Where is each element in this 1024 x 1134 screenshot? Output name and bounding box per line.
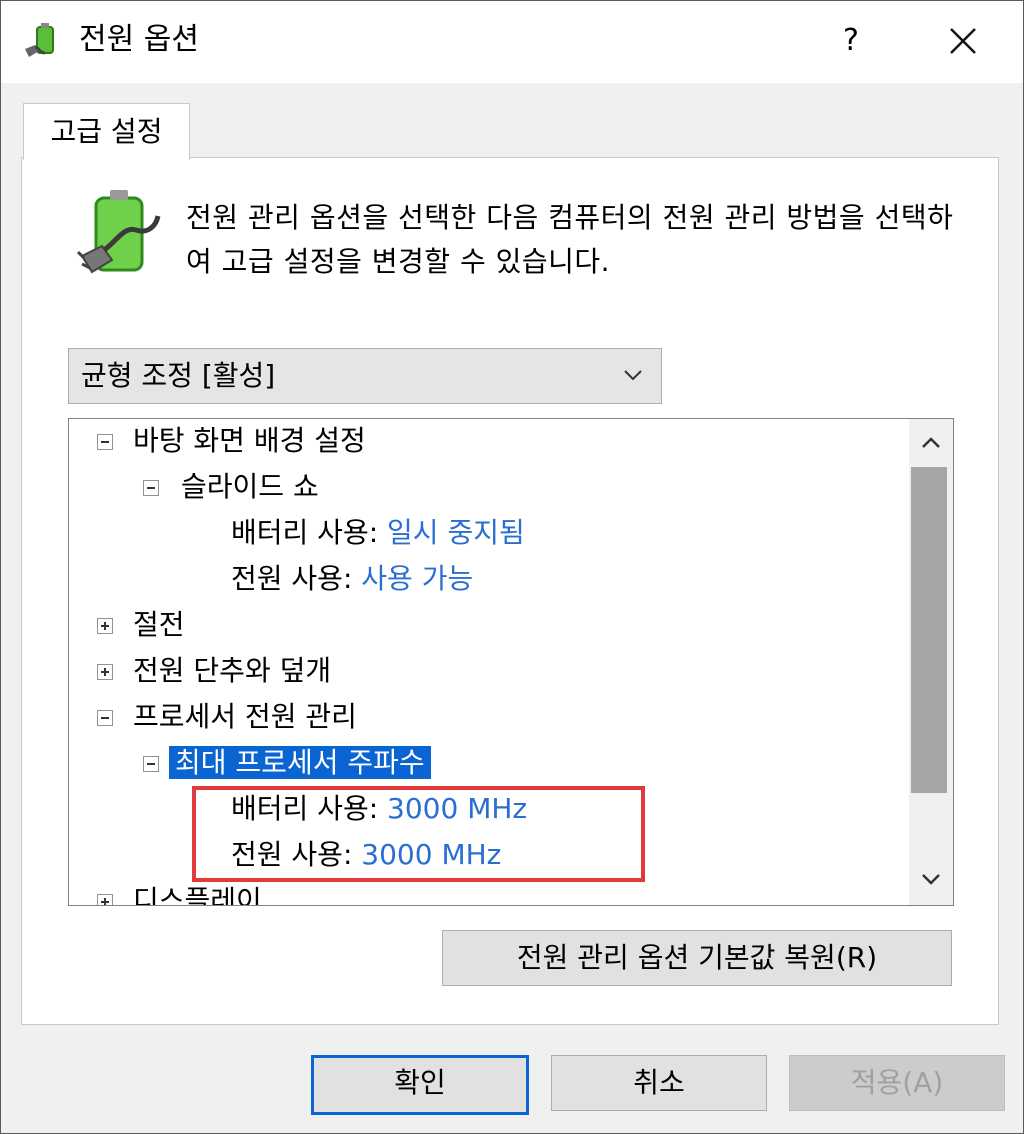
- collapse-toggle[interactable]: [143, 480, 159, 496]
- title-bar[interactable]: 전원 옵션 ?: [1, 1, 1023, 83]
- restore-defaults-button[interactable]: 전원 관리 옵션 기본값 복원(R): [442, 930, 952, 986]
- advanced-settings-panel: 전원 관리 옵션을 선택한 다음 컴퓨터의 전원 관리 방법을 선택하여 고급 …: [21, 157, 999, 1025]
- cpu-battery-value[interactable]: 3000 MHz: [387, 792, 527, 825]
- tree-item-slideshow-power[interactable]: 전원 사용: 사용 가능: [231, 557, 473, 601]
- slideshow-battery-value[interactable]: 일시 중지됨: [387, 516, 525, 549]
- settings-tree[interactable]: 바탕 화면 배경 설정 슬라이드 쇼 배터리 사용: 일시 중지됨 전원 사용:…: [68, 418, 954, 906]
- slideshow-power-value[interactable]: 사용 가능: [361, 562, 473, 595]
- tree-item-max-cpu-frequency[interactable]: 최대 프로세서 주파수: [143, 741, 431, 785]
- help-button[interactable]: ?: [817, 13, 885, 69]
- collapse-toggle[interactable]: [143, 756, 159, 772]
- expand-toggle[interactable]: [97, 618, 113, 634]
- description-text: 전원 관리 옵션을 선택한 다음 컴퓨터의 전원 관리 방법을 선택하여 고급 …: [186, 201, 954, 278]
- collapse-toggle[interactable]: [97, 434, 113, 450]
- expand-toggle[interactable]: [97, 664, 113, 680]
- tab-advanced-settings[interactable]: 고급 설정: [23, 103, 190, 160]
- expand-toggle[interactable]: [97, 894, 113, 905]
- power-plan-value: 균형 조정 [활성]: [81, 359, 276, 392]
- tree-item-sleep[interactable]: 절전: [97, 603, 185, 647]
- battery-plug-icon: [76, 190, 161, 274]
- window-title: 전원 옵션: [79, 22, 199, 57]
- tree-item-power-buttons[interactable]: 전원 단추와 덮개: [97, 649, 331, 693]
- apply-button: 적용(A): [789, 1055, 1005, 1111]
- power-plug-icon: [25, 23, 54, 57]
- tree-item-slideshow-battery[interactable]: 배터리 사용: 일시 중지됨: [231, 511, 525, 555]
- collapse-toggle[interactable]: [97, 710, 113, 726]
- tree-item-cpu-battery[interactable]: 배터리 사용: 3000 MHz: [231, 787, 527, 831]
- chevron-down-icon: [624, 370, 642, 381]
- close-icon: [950, 28, 976, 54]
- tree-item-slideshow[interactable]: 슬라이드 쇼: [143, 465, 319, 509]
- tree-scrollbar[interactable]: [909, 419, 953, 905]
- ok-button[interactable]: 확인: [311, 1055, 529, 1115]
- scroll-down-icon[interactable]: [909, 859, 953, 899]
- tree-item-processor-power[interactable]: 프로세서 전원 관리: [97, 695, 357, 739]
- close-button[interactable]: [929, 13, 997, 69]
- power-options-dialog: 전원 옵션 ? 고급 설정 전원 관리 옵션을 선택한 다음 컴퓨터의 전원 관…: [0, 0, 1024, 1134]
- cpu-power-value[interactable]: 3000 MHz: [361, 838, 501, 871]
- scroll-up-icon[interactable]: [909, 423, 953, 463]
- cancel-button[interactable]: 취소: [551, 1055, 767, 1111]
- power-plan-dropdown[interactable]: 균형 조정 [활성]: [68, 348, 662, 404]
- tree-item-display[interactable]: 디스플레이: [97, 879, 262, 905]
- tree-item-cpu-power[interactable]: 전원 사용: 3000 MHz: [231, 833, 501, 877]
- tree-item-desktop-background[interactable]: 바탕 화면 배경 설정: [97, 419, 366, 463]
- scroll-thumb[interactable]: [911, 467, 947, 793]
